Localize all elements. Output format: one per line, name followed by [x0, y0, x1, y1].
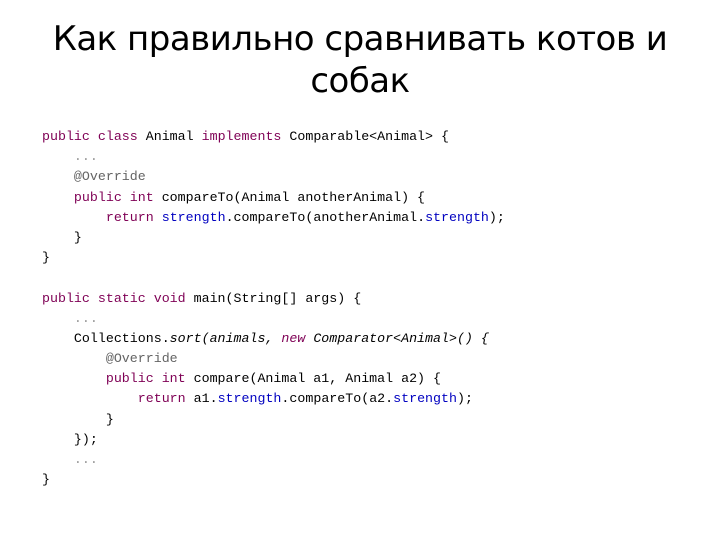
code-line: public int compare(Animal a1, Animal a2)…	[42, 369, 505, 389]
code-line: @Override	[42, 167, 505, 187]
code-token: }	[42, 229, 82, 245]
code-token: ...	[73, 149, 98, 165]
code-token: sort	[169, 330, 202, 346]
code-line: ...	[42, 147, 505, 167]
code-token: compareTo(Animal anotherAnimal) {	[153, 189, 426, 205]
code-line: ...	[42, 309, 505, 329]
code-token: }	[42, 411, 114, 427]
code-line: return strength.compareTo(anotherAnimal.…	[42, 208, 505, 228]
code-line: Collections.sort(animals, new Comparator…	[42, 329, 505, 349]
code-line: ...	[42, 450, 505, 470]
code-token: (animals,	[201, 330, 282, 346]
code-line: @Override	[42, 349, 505, 369]
code-token: Comparable<Animal> {	[281, 129, 449, 144]
code-token: @Override	[105, 351, 178, 367]
code-token: strength	[425, 209, 489, 225]
code-token: strength	[217, 391, 282, 407]
code-token: );	[488, 209, 505, 225]
code-token: strength	[161, 209, 226, 225]
slide-title: Как правильно сравнивать котов и собак	[52, 19, 668, 101]
code-token: @Override	[73, 169, 146, 185]
code-block: public class Animal implements Comparabl…	[42, 127, 505, 490]
code-token: });	[42, 431, 98, 447]
code-line: return a1.strength.compareTo(a2.strength…	[42, 389, 505, 409]
code-token: return	[105, 209, 154, 225]
code-token: Comparator<Animal>() {	[305, 330, 489, 346]
code-line: }	[42, 470, 505, 490]
code-token: public int	[105, 371, 186, 387]
code-line: }	[42, 410, 505, 430]
code-token: public class	[42, 129, 138, 144]
code-token: ...	[73, 452, 98, 467]
code-token: Animal	[137, 129, 202, 144]
code-token: );	[456, 391, 473, 407]
code-token: main(String[] args) {	[185, 290, 362, 306]
code-token: new	[281, 330, 306, 346]
code-token: }	[42, 250, 50, 266]
code-token: Collections.	[42, 330, 170, 346]
code-token: }	[42, 472, 50, 488]
code-line: public static void main(String[] args) {	[42, 289, 505, 309]
code-token: .compareTo(anotherAnimal.	[225, 209, 426, 225]
code-line: }	[42, 248, 505, 268]
code-line: }	[42, 228, 505, 248]
code-token: public static void	[42, 290, 186, 306]
code-token: implements	[201, 129, 282, 144]
code-line: });	[42, 430, 505, 450]
code-token: strength	[393, 391, 457, 407]
code-token: ...	[73, 310, 98, 326]
code-token: public int	[73, 189, 154, 205]
code-token: compare(Animal a1, Animal a2) {	[185, 371, 441, 387]
code-token: a1.	[185, 391, 218, 407]
code-token: return	[137, 391, 186, 407]
code-line: public class Animal implements Comparabl…	[42, 127, 505, 147]
code-token: .compareTo(a2.	[281, 391, 394, 407]
code-line: public int compareTo(Animal anotherAnima…	[42, 188, 505, 208]
